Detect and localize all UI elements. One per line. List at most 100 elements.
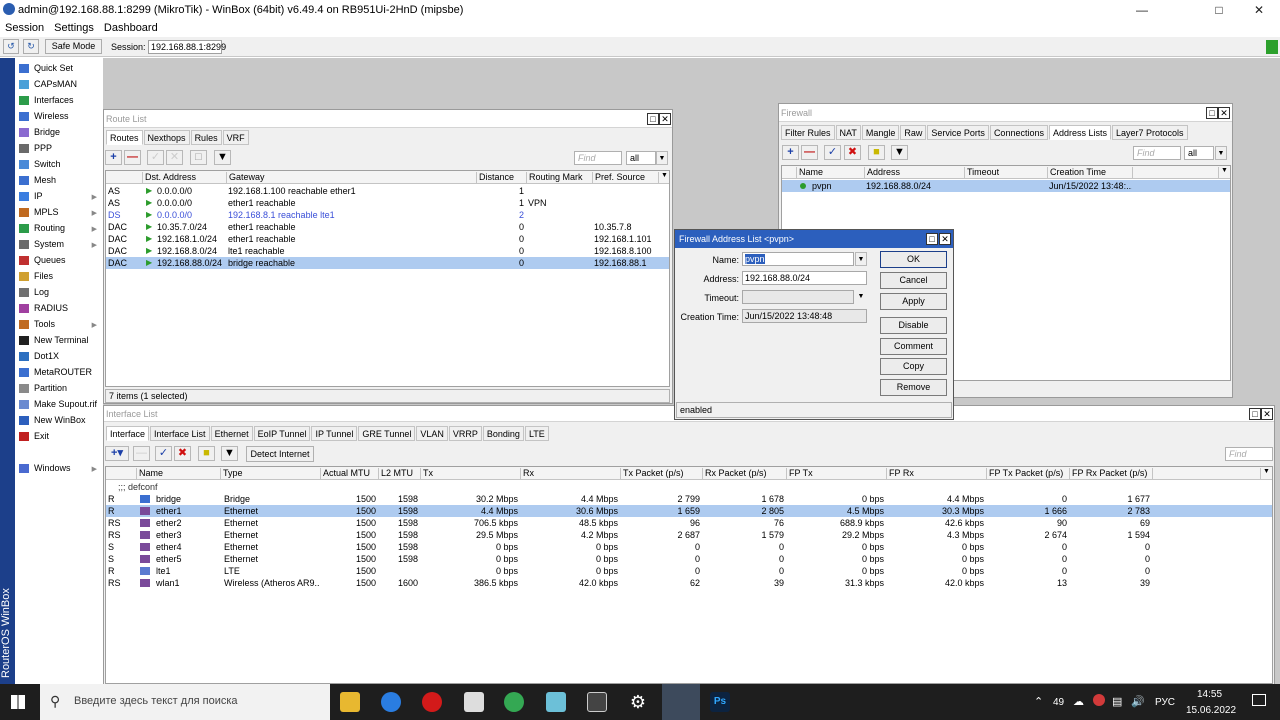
col-tx[interactable]: Tx [420, 468, 520, 479]
tab-ethernet[interactable]: Ethernet [210, 426, 253, 441]
enable-icon[interactable]: ✓ [155, 446, 172, 461]
comment-button[interactable]: Comment [880, 338, 947, 355]
volume-icon[interactable]: 🔊 [1131, 695, 1145, 708]
table-row[interactable]: Rether1 Ethernet 1500 1598 4.4 Mbps 30.6 Mbps… [106, 505, 1272, 517]
table-row[interactable]: Rlte1 LTE 1500 0 bps 0 bps 0 0 0 bps 0 bps 0 0 [106, 565, 1272, 577]
disable-icon[interactable]: ✖ [844, 145, 861, 160]
filter-icon[interactable]: ▼ [214, 150, 231, 165]
timeout-dropdown-icon[interactable]: ▼ [855, 290, 867, 304]
undo-button[interactable]: ↺ [3, 39, 19, 54]
name-input[interactable]: pvpn [742, 252, 854, 266]
opera-icon[interactable] [422, 692, 442, 712]
sidebar-item-wireless[interactable]: Wireless [17, 109, 101, 124]
close-button[interactable]: ✕ [1242, 2, 1276, 18]
sidebar-item-system[interactable]: System ▶ [17, 237, 101, 252]
tab-ip-tunnel[interactable]: IP Tunnel [311, 426, 358, 441]
disable-icon[interactable]: ✖ [174, 446, 191, 461]
disable-icon[interactable]: ✕ [166, 150, 183, 165]
menu-session[interactable]: Session [0, 20, 49, 34]
firewall-filter-select[interactable]: all [1184, 146, 1214, 160]
name-dropdown-icon[interactable]: ▼ [855, 252, 867, 266]
copy-button[interactable]: Copy [880, 358, 947, 375]
sidebar-item-capsman[interactable]: CAPsMAN [17, 77, 101, 92]
sidebar-item-windows[interactable]: Windows ▶ [17, 461, 101, 476]
col-rx-packet-p-s-[interactable]: Rx Packet (p/s) [702, 468, 786, 479]
clock-time[interactable]: 14:55 [1197, 689, 1222, 700]
tab-nat[interactable]: NAT [835, 125, 861, 140]
sidebar-item-ip[interactable]: IP ▶ [17, 189, 101, 204]
file-explorer-icon[interactable] [340, 692, 360, 712]
tab-rules[interactable]: Rules [190, 130, 222, 145]
dialog-close-button[interactable]: ✕ [939, 233, 951, 245]
add-icon[interactable]: + [105, 150, 122, 165]
table-row[interactable]: DS ▶ 0.0.0.0/0 192.168.8.1 reachable lte1 2 [106, 209, 669, 221]
col-address[interactable]: Address [864, 167, 964, 178]
update-icon[interactable] [1093, 694, 1105, 706]
remove-icon[interactable]: — [133, 446, 150, 461]
tab-filter-rules[interactable]: Filter Rules [781, 125, 835, 140]
cancel-button[interactable]: Cancel [880, 272, 947, 289]
col-timeout[interactable]: Timeout [964, 167, 1047, 178]
add-icon[interactable]: + [782, 145, 799, 160]
enable-icon[interactable]: ✓ [147, 150, 164, 165]
apply-button[interactable]: Apply [880, 293, 947, 310]
col-gateway[interactable]: Gateway [226, 172, 476, 183]
sidebar-item-quick-set[interactable]: Quick Set [17, 61, 101, 76]
dialog-titlebar[interactable]: Firewall Address List <pvpn> □ ✕ [675, 230, 953, 248]
col-fp-rx-packet-p-s-[interactable]: FP Rx Packet (p/s) [1069, 468, 1152, 479]
settings-gear-icon[interactable]: ⚙ [628, 692, 648, 712]
sidebar-item-files[interactable]: Files [17, 269, 101, 284]
filter-icon[interactable]: ▼ [891, 145, 908, 160]
sidebar-item-interfaces[interactable]: Interfaces [17, 93, 101, 108]
firewall-close-button[interactable]: ✕ [1218, 107, 1230, 119]
table-row[interactable]: DAC ▶ 192.168.1.0/24 ether1 reachable 0 192.1… [106, 233, 669, 245]
comment-icon[interactable]: ■ [868, 145, 885, 160]
filter-icon[interactable]: ▼ [221, 446, 238, 461]
menu-dashboard[interactable]: Dashboard [99, 20, 163, 34]
tab-routes[interactable]: Routes [106, 130, 143, 145]
sidebar-item-mesh[interactable]: Mesh [17, 173, 101, 188]
route-list-maximize-button[interactable]: □ [647, 113, 659, 125]
comment-icon[interactable]: ■ [198, 446, 215, 461]
table-row[interactable]: pvpn 192.168.88.0/24 Jun/15/2022 13:48:... [782, 180, 1230, 192]
sidebar-item-mpls[interactable]: MPLS ▶ [17, 205, 101, 220]
sidebar-item-exit[interactable]: Exit [17, 429, 101, 444]
column-menu-icon[interactable]: ▼ [658, 172, 669, 183]
sidebar-item-routing[interactable]: Routing ▶ [17, 221, 101, 236]
tab-vlan[interactable]: VLAN [416, 426, 448, 441]
winbox-taskbar-icon[interactable] [662, 684, 700, 720]
tab-gre-tunnel[interactable]: GRE Tunnel [358, 426, 416, 441]
column-menu-icon[interactable]: ▼ [1218, 167, 1230, 178]
detect-internet-button[interactable]: Detect Internet [246, 446, 314, 462]
interface-find-input[interactable]: Find [1225, 447, 1273, 461]
sidebar-item-make-supout-rif[interactable]: Make Supout.rif [17, 397, 101, 412]
route-list-titlebar[interactable]: Route List □ ✕ [104, 110, 672, 128]
route-list-close-button[interactable]: ✕ [659, 113, 671, 125]
minimize-button[interactable]: — [1125, 2, 1159, 18]
tab-lte[interactable]: LTE [524, 426, 549, 441]
tab-eoip-tunnel[interactable]: EoIP Tunnel [253, 426, 311, 441]
tab-mangle[interactable]: Mangle [861, 125, 900, 140]
table-row[interactable]: DAC ▶ 192.168.8.0/24 lte1 reachable 0 192.168… [106, 245, 669, 257]
start-windows-icon[interactable] [11, 695, 25, 709]
col-l2-mtu[interactable]: L2 MTU [378, 468, 420, 479]
add-menu-icon[interactable]: +▾ [105, 446, 129, 461]
network-icon[interactable]: ▤ [1112, 695, 1122, 708]
terminal-icon[interactable] [587, 692, 607, 712]
tab-bonding[interactable]: Bonding [482, 426, 524, 441]
enable-icon[interactable]: ✓ [824, 145, 841, 160]
table-row[interactable]: DAC ▶ 192.168.88.0/24 bridge reachable 0 192.… [106, 257, 669, 269]
col-name[interactable]: Name [136, 468, 220, 479]
col-tx-packet-p-s-[interactable]: Tx Packet (p/s) [620, 468, 702, 479]
dialog-maximize-button[interactable]: □ [926, 233, 938, 245]
language-indicator[interactable]: РУС [1155, 697, 1175, 708]
column-menu-icon[interactable]: ▼ [1260, 468, 1272, 479]
tab-vrrp[interactable]: VRRP [448, 426, 482, 441]
table-row[interactable]: Sether4 Ethernet 1500 1598 0 bps 0 bps 0 0 0 bps… [106, 541, 1272, 553]
col-type[interactable]: Type [220, 468, 320, 479]
sidebar-item-switch[interactable]: Switch [17, 157, 101, 172]
col-actual-mtu[interactable]: Actual MTU [320, 468, 378, 479]
sidebar-item-queues[interactable]: Queues [17, 253, 101, 268]
route-filter-dropdown-icon[interactable]: ▼ [656, 151, 668, 165]
interface-list-close-button[interactable]: ✕ [1261, 408, 1273, 420]
